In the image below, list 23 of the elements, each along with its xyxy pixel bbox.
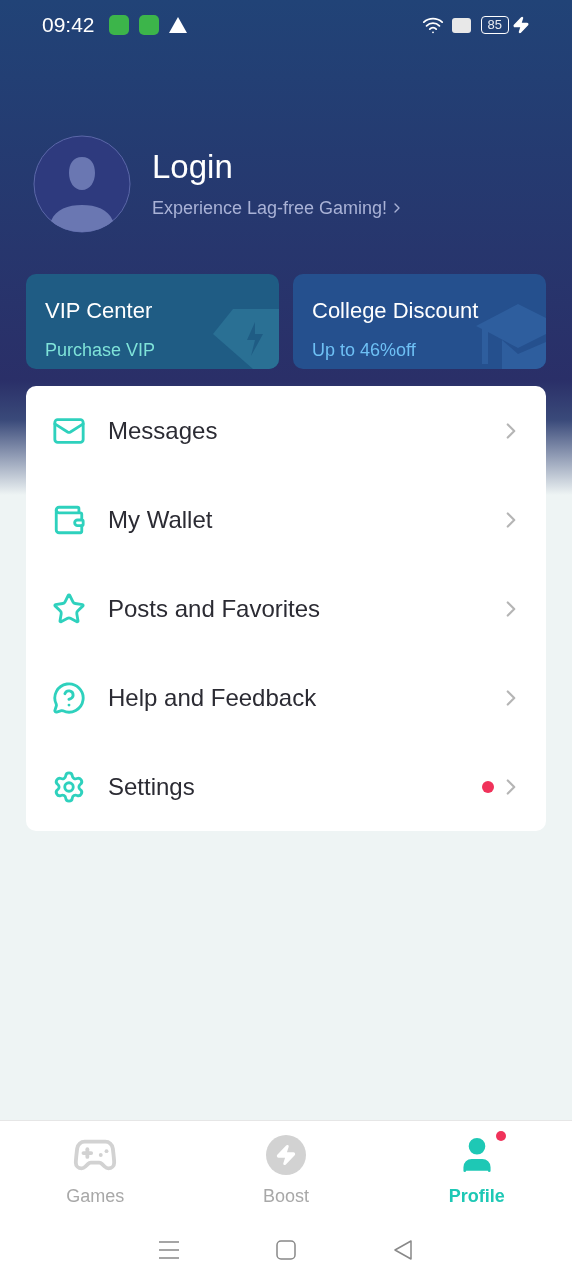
promo-card[interactable]: VIP Center Purchase VIP [26,274,279,369]
card-title: VIP Center [45,297,154,325]
profile-subtitle-link[interactable]: Experience Lag-free Gaming! [152,194,406,222]
menu-item[interactable]: My Wallet [26,475,546,564]
settings-icon [52,769,86,804]
battery-level: 85 [480,16,509,34]
lightning-icon [266,1135,306,1175]
login-title[interactable]: Login [152,146,406,187]
menu-icon[interactable] [158,1240,179,1260]
menu-item[interactable]: Settings [26,742,546,831]
help-icon [52,680,86,715]
menu-item[interactable]: Help and Feedback [26,653,546,742]
back-icon[interactable] [393,1240,414,1260]
warning-icon [168,17,187,33]
menu-item[interactable]: Messages [26,386,546,475]
star-icon [52,591,86,626]
card-subtitle: Purchase VIP [45,339,157,362]
menu-item[interactable]: Posts and Favorites [26,564,546,653]
promo-card[interactable]: College Discount Up to 46%off [293,274,546,369]
card-subtitle: Up to 46%off [312,339,417,362]
card-title: College Discount [312,297,480,325]
status-time: 09:42 [42,12,95,39]
home-icon[interactable] [276,1240,296,1260]
